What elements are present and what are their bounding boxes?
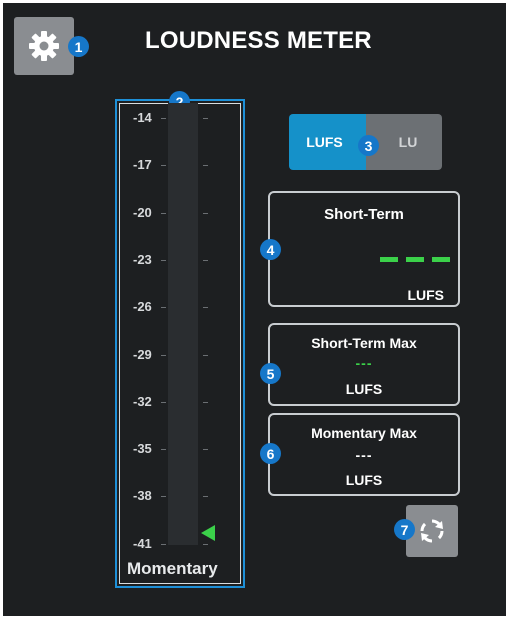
meter-tick [161,401,166,403]
short-term-readout: Short-Term LUFS [268,191,460,307]
meter-tick [161,307,166,309]
settings-button[interactable] [14,17,74,75]
value-dash [432,257,450,262]
meter-scale-label: -32 [133,393,152,409]
short-term-max-unit: LUFS [345,381,383,397]
meter-scale-label: -14 [133,110,152,125]
gear-icon [29,31,59,61]
callout-4: 4 [260,239,281,260]
meter-scale-label: -35 [133,441,152,457]
short-term-unit: LUFS [407,287,444,303]
refresh-icon [420,519,444,543]
short-term-max-title: Short-Term Max [311,335,417,351]
meter-tick [203,259,208,261]
meter-scale-label: -26 [133,299,152,315]
meter-tick [161,118,166,119]
meter-tick [161,449,166,451]
meter-tick [161,165,166,167]
page-title: LOUDNESS METER [145,27,372,54]
momentary-max-value: --- [355,447,373,463]
meter-tick [161,259,166,261]
meter-tick [203,118,208,119]
loudness-meter-panel: 1 LOUDNESS METER 2 -14 -17 -20 -23 -26 -29 -32… [3,3,506,616]
meter-scale-label: -20 [133,204,152,220]
momentary-meter-bar [168,103,198,545]
meter-scale-label: -29 [133,346,152,362]
meter-tick [203,354,208,356]
callout-3: 3 [358,135,379,156]
momentary-max-title: Momentary Max [311,425,417,441]
unit-option-lufs[interactable]: LUFS [289,114,366,170]
short-term-max-value: --- [355,355,373,371]
meter-scale-label: -41 [133,535,152,551]
value-dash [380,257,398,262]
meter-tick [203,307,208,309]
short-term-max-readout: Short-Term Max --- LUFS [268,323,460,406]
callout-5: 5 [260,363,281,384]
meter-tick [161,212,166,214]
callout-6: 6 [260,443,281,464]
momentary-max-unit: LUFS [345,472,383,488]
meter-scale-label: -23 [133,251,152,267]
meter-label: Momentary [127,559,218,578]
meter-tick [161,354,166,356]
callout-7: 7 [394,519,415,540]
short-term-value-dashes [380,257,450,262]
meter-tick [203,165,208,167]
value-dash [406,257,424,262]
meter-scale-label: -38 [133,488,152,504]
meter-tick [203,449,208,451]
triangle-pointer-icon [201,525,215,541]
meter-scale-label: -17 [133,157,152,173]
meter-tick [161,543,166,545]
callout-1: 1 [68,36,89,57]
momentary-max-readout: Momentary Max --- LUFS [268,413,460,496]
meter-tick [203,496,208,498]
short-term-title: Short-Term [324,206,404,223]
meter-tick [203,543,208,545]
meter-tick [203,401,208,403]
meter-tick [203,212,208,214]
meter-tick [161,496,166,498]
